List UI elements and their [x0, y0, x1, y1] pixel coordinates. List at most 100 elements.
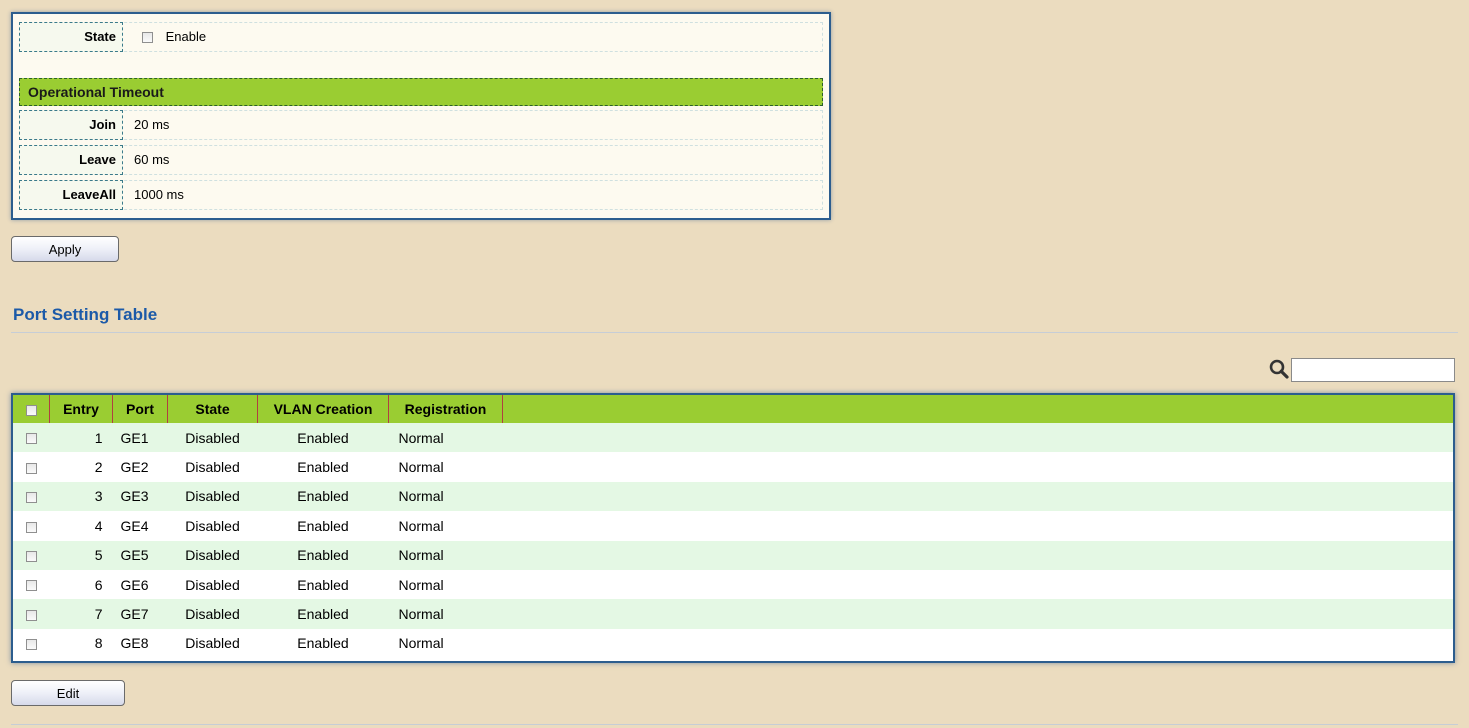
row-checkbox[interactable]: [25, 639, 37, 651]
table-row[interactable]: 5 GE5 Disabled Enabled Normal: [13, 540, 1453, 570]
enable-checkbox[interactable]: [142, 32, 153, 44]
cell-registration: Normal: [398, 606, 444, 623]
cell-registration: Normal: [398, 488, 444, 505]
cell-filler: [503, 570, 1454, 599]
row-checkbox[interactable]: [25, 551, 37, 563]
cell-vlan-creation: Enabled: [297, 606, 349, 623]
cell-vlan-creation: Enabled: [297, 459, 349, 476]
row-select-cell: [13, 629, 50, 658]
settings-panel: State Enable Operational Timeout Join 20…: [11, 12, 831, 220]
cell-state: Disabled: [185, 517, 240, 534]
column-header-registration[interactable]: Registration: [388, 395, 503, 423]
row-checkbox[interactable]: [25, 609, 37, 621]
cell-filler: [503, 511, 1454, 540]
cell-port: GE4: [120, 517, 149, 534]
cell-entry: 4: [94, 517, 103, 534]
state-label: State: [19, 22, 123, 52]
cell-registration: Normal: [398, 576, 444, 593]
cell-vlan-creation: Enabled: [297, 547, 349, 564]
cell-registration: Normal: [398, 635, 444, 652]
bottom-divider: [11, 724, 1458, 725]
operational-timeout-header: Operational Timeout: [19, 78, 823, 106]
enable-label: Enable: [165, 29, 207, 44]
cell-registration: Normal: [398, 547, 444, 564]
title-divider: [11, 332, 1458, 333]
table-row[interactable]: 4 GE4 Disabled Enabled Normal: [13, 511, 1454, 541]
cell-state: Disabled: [185, 488, 240, 505]
cell-filler: [503, 482, 1454, 511]
row-select-cell: [13, 570, 50, 599]
join-label: Join: [19, 110, 123, 140]
cell-state: Disabled: [185, 576, 240, 593]
cell-port: GE6: [120, 576, 149, 593]
select-all-cell: [13, 395, 50, 423]
cell-filler: [503, 599, 1454, 628]
cell-state: Disabled: [185, 606, 240, 623]
table-row[interactable]: 8 GE8 Disabled Enabled Normal: [13, 628, 1454, 659]
state-value: Enable: [142, 23, 206, 51]
column-header-vlan-creation[interactable]: VLAN Creation: [257, 395, 389, 423]
row-select-cell: [13, 452, 50, 481]
row-select-cell: [13, 599, 50, 628]
cell-vlan-creation: Enabled: [297, 429, 349, 446]
cell-registration: Normal: [398, 459, 444, 476]
cell-state: Disabled: [185, 547, 240, 564]
cell-vlan-creation: Enabled: [297, 488, 349, 505]
port-setting-table-title: Port Setting Table: [13, 305, 158, 324]
state-row: State Enable: [19, 22, 823, 52]
apply-button[interactable]: Apply: [11, 236, 119, 262]
cell-port: GE8: [120, 635, 149, 652]
cell-entry: 6: [94, 576, 103, 593]
column-header-entry[interactable]: Entry: [49, 395, 113, 423]
cell-entry: 8: [94, 635, 103, 652]
table-row[interactable]: 2 GE2 Disabled Enabled Normal: [13, 452, 1454, 482]
cell-port: GE5: [120, 547, 149, 564]
table-row[interactable]: 6 GE6 Disabled Enabled Normal: [13, 569, 1454, 600]
row-select-cell: [13, 482, 50, 511]
leave-label: Leave: [19, 145, 123, 175]
table-row[interactable]: 1 GE1 Disabled Enabled Normal: [13, 423, 1454, 453]
cell-entry: 1: [94, 429, 103, 446]
table-header-row: Entry Port State VLAN Creation Registrat…: [13, 395, 1453, 423]
join-value: 20 ms: [134, 117, 170, 132]
join-row: Join 20 ms: [19, 110, 823, 140]
leave-value: 60 ms: [134, 152, 170, 167]
row-select-cell: [13, 423, 50, 452]
cell-vlan-creation: Enabled: [297, 576, 349, 593]
search-input[interactable]: [1291, 358, 1455, 382]
row-checkbox[interactable]: [25, 521, 37, 533]
search-icon[interactable]: [1268, 358, 1290, 380]
cell-filler: [503, 423, 1454, 452]
row-checkbox[interactable]: [25, 580, 37, 592]
row-select-cell: [13, 541, 50, 570]
cell-filler: [503, 629, 1454, 658]
table-row[interactable]: 3 GE3 Disabled Enabled Normal: [13, 481, 1454, 512]
cell-entry: 3: [94, 488, 103, 505]
cell-filler: [503, 452, 1454, 481]
select-all-checkbox[interactable]: [25, 404, 37, 416]
column-header-port[interactable]: Port: [112, 395, 168, 423]
leaveall-row: LeaveAll 1000 ms: [19, 180, 823, 210]
cell-entry: 5: [94, 547, 103, 564]
cell-port: GE2: [120, 459, 149, 476]
leave-row: Leave 60 ms: [19, 145, 823, 175]
cell-port: GE7: [120, 606, 149, 623]
column-header-state[interactable]: State: [167, 395, 258, 423]
cell-vlan-creation: Enabled: [297, 635, 349, 652]
cell-entry: 2: [94, 459, 103, 476]
cell-state: Disabled: [185, 429, 240, 446]
row-select-cell: [13, 511, 50, 540]
row-checkbox[interactable]: [25, 462, 37, 474]
column-header-filler: [503, 395, 1454, 423]
port-setting-table: Entry Port State VLAN Creation Registrat…: [11, 393, 1455, 663]
row-checkbox[interactable]: [25, 492, 37, 504]
edit-button[interactable]: Edit: [11, 680, 125, 706]
table-row[interactable]: 7 GE7 Disabled Enabled Normal: [13, 599, 1454, 629]
cell-entry: 7: [94, 606, 103, 623]
cell-state: Disabled: [185, 635, 240, 652]
row-checkbox[interactable]: [25, 433, 37, 445]
cell-state: Disabled: [185, 459, 240, 476]
cell-port: GE1: [120, 429, 149, 446]
cell-registration: Normal: [398, 429, 444, 446]
cell-vlan-creation: Enabled: [297, 517, 349, 534]
